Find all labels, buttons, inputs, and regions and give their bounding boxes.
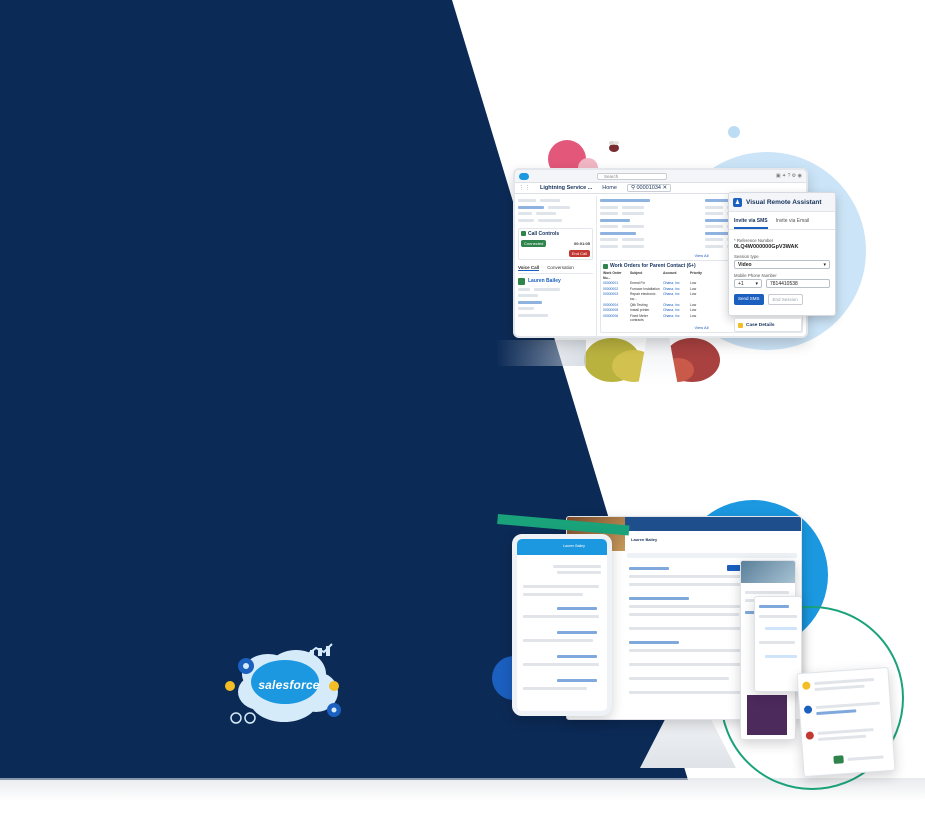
console-global-header: Search ▣ ✦ ? ⚙ ◉: [515, 170, 806, 183]
chevron-down-icon: ▾: [823, 261, 826, 268]
table-cell: Furnace Installation: [630, 286, 660, 291]
col-header: Subject: [630, 271, 643, 275]
light-blue-dot: [728, 126, 740, 138]
avatar: [803, 705, 813, 714]
marketing-hero: Search ▣ ✦ ? ⚙ ◉ ⋮⋮ Lightning Service ..…: [0, 0, 925, 816]
call-controls-title: Call Controls: [528, 230, 560, 237]
monitor-2-title: Lauren Bailey: [631, 537, 658, 542]
phone-number-input[interactable]: 7814410538: [766, 279, 830, 288]
vra-header: ♟ Visual Remote Assistant: [729, 193, 835, 212]
vra-form: * Reference Number 0LQ4W000000GpV3WAK Se…: [729, 230, 835, 309]
table-cell: Low: [690, 313, 697, 318]
case-details-title: Case Details: [746, 322, 775, 328]
case-details-card[interactable]: Case Details: [734, 318, 802, 332]
col-header: Priority: [690, 271, 702, 275]
table-cell[interactable]: 00000001: [603, 281, 627, 286]
table-cell[interactable]: Ohana, Inc: [663, 308, 687, 313]
table-cell: Install printer: [630, 308, 650, 313]
call-status-badge: Connected: [521, 239, 547, 247]
call-controls-card: Call Controls Connected 00:01:05 End Cal…: [518, 227, 593, 260]
cloud-logo-icon: [519, 172, 529, 180]
tab-case[interactable]: ⚲ 00001034 ✕: [626, 184, 672, 192]
chevron-down-icon: ▾: [755, 280, 758, 287]
reference-number-value: 0LQ4W000000GpV3WAK: [734, 244, 799, 250]
end-session-button[interactable]: End Session: [767, 294, 803, 305]
visual-remote-assistant-panel: ♟ Visual Remote Assistant Invite via SMS…: [728, 192, 836, 316]
country-code-value: +1: [738, 280, 744, 287]
tablet-device: Lauren Bailey: [512, 534, 612, 716]
header-utility-icons: ▣ ✦ ? ⚙ ◉: [775, 173, 802, 179]
session-type-select[interactable]: Video ▾: [734, 260, 830, 269]
chat-panel: [754, 596, 802, 692]
vra-tabs: Invite via SMS Invite via Email: [729, 212, 835, 230]
messaging-card: [796, 666, 896, 778]
table-cell[interactable]: Ohana, Inc: [663, 287, 687, 292]
vra-title: Visual Remote Assistant: [746, 198, 822, 206]
table-cell: Qlik Testing: [630, 302, 648, 307]
col-header: Account: [663, 271, 677, 275]
tab-case-label: 00001034: [636, 185, 661, 191]
session-type-value: Video: [738, 261, 752, 268]
end-call-button[interactable]: End Call: [568, 249, 590, 257]
panel-photo: [741, 561, 795, 583]
app-name: Lightning Service ...: [540, 185, 593, 191]
mobile-phone-label: Mobile Phone Number: [734, 273, 777, 278]
bee-icon: [606, 140, 622, 154]
table-cell: Low: [690, 281, 697, 286]
work-order-icon: [603, 263, 608, 269]
table-cell: Low: [690, 292, 697, 297]
call-timer: 00:01:05: [573, 240, 590, 246]
work-orders-title: Work Orders for Parent Contact (6+): [610, 263, 696, 269]
user-icon: ♟: [733, 197, 742, 207]
table-cell: Low: [690, 308, 697, 313]
send-sms-button[interactable]: Send SMS: [734, 294, 764, 305]
table-cell: Low: [690, 286, 697, 291]
table-cell[interactable]: 00000002: [603, 287, 627, 292]
table-cell: Emeal Fix: [630, 281, 646, 286]
salesforce-logo-text: salesforce: [258, 678, 320, 692]
table-cell[interactable]: Ohana, Inc: [663, 292, 687, 301]
motion-trail: [496, 340, 586, 366]
tab-invite-email[interactable]: Invite via Email: [776, 218, 810, 229]
tab-invite-sms[interactable]: Invite via SMS: [734, 218, 768, 229]
console-left-column: Call Controls Connected 00:01:05 End Cal…: [515, 196, 597, 336]
phone-icon: [521, 231, 526, 236]
table-cell: Repair electronic sw...: [630, 292, 656, 301]
call-icon[interactable]: [833, 755, 844, 764]
contact-name[interactable]: Lauren Bailey: [528, 278, 561, 284]
avatar: [802, 681, 811, 690]
tab-conversation[interactable]: Conversation: [547, 265, 574, 271]
video-tile: [747, 695, 787, 735]
table-cell[interactable]: Ohana, Inc: [663, 314, 687, 323]
table-cell[interactable]: 00000005: [603, 308, 627, 313]
phone-row: +1 ▾ 7814410538: [734, 279, 830, 288]
table-cell: Low: [690, 302, 697, 307]
global-search-input[interactable]: Search: [597, 172, 667, 180]
tab-voice-call[interactable]: Voice Call: [518, 265, 540, 271]
table-cell[interactable]: Ohana, Inc: [663, 303, 687, 308]
col-header: Work Order Nu...: [603, 271, 622, 280]
table-cell[interactable]: 00000003: [603, 292, 627, 301]
contact-icon: [518, 277, 525, 285]
tablet-title: Lauren Bailey: [563, 544, 585, 548]
table-cell[interactable]: 00000004: [603, 303, 627, 308]
vra-buttons: Send SMS End Session: [734, 294, 830, 305]
table-cell[interactable]: 00000006: [603, 314, 627, 323]
tab-home[interactable]: Home: [602, 185, 617, 191]
reference-number-label: * Reference Number: [734, 238, 774, 243]
avatar: [805, 731, 815, 740]
table-cell: Fixed Meter contracts: [630, 313, 648, 323]
app-launcher-icon[interactable]: ⋮⋮: [519, 185, 530, 191]
session-type-label: Session type: [734, 254, 759, 259]
country-code-select[interactable]: +1 ▾: [734, 279, 762, 288]
case-icon: [738, 322, 743, 328]
table-cell[interactable]: Ohana, Inc: [663, 281, 687, 286]
